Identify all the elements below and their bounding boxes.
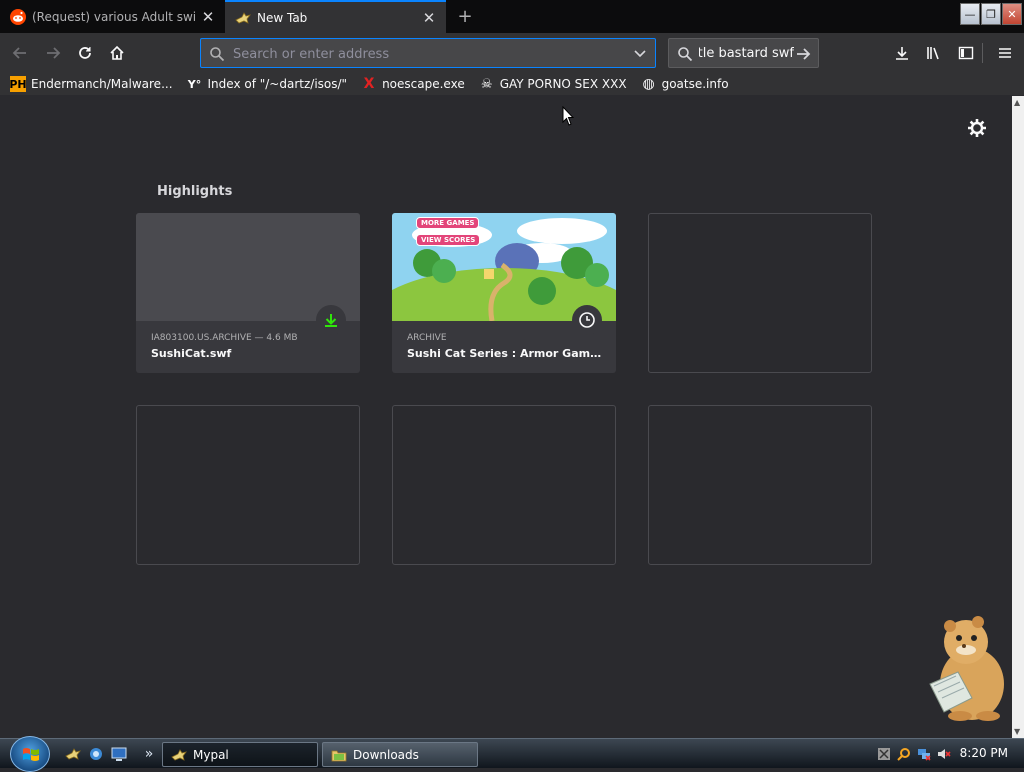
card-title: Sushi Cat Series : Armor Games :... xyxy=(407,347,607,360)
taskbar-label: Mypal xyxy=(193,747,229,762)
highlights-heading: Highlights xyxy=(157,184,233,199)
new-tab-button[interactable]: + xyxy=(451,4,479,28)
sidebar-icon xyxy=(958,46,974,60)
window-controls: — ❐ ✕ xyxy=(960,3,1022,25)
forward-button[interactable] xyxy=(39,39,67,67)
mouse-cursor-icon xyxy=(562,105,575,129)
quicklaunch-desktop-icon[interactable] xyxy=(110,745,128,763)
highlight-card-sushicat-swf[interactable]: IA803100.US.ARCHIVE — 4.6 MB SushiCat.sw… xyxy=(136,213,360,373)
menu-button[interactable] xyxy=(991,39,1019,67)
search-bar[interactable]: tle bastard swf xyxy=(668,38,819,68)
back-arrow-icon xyxy=(12,47,26,59)
taskbar-button-mypal[interactable]: Mypal xyxy=(162,742,318,767)
tab-title: New Tab xyxy=(257,10,308,25)
reload-icon xyxy=(79,47,91,59)
highlight-card-empty xyxy=(648,405,872,565)
bookmark-endermanch[interactable]: PH Endermanch/Malware... xyxy=(9,76,173,92)
mypal-icon xyxy=(235,10,251,26)
close-tab-icon[interactable]: ✕ xyxy=(418,7,440,29)
bookmark-dartz-isos[interactable]: Y° Index of "/~dartz/isos/" xyxy=(187,76,348,92)
x-icon: X xyxy=(363,76,375,92)
search-icon xyxy=(678,47,693,62)
library-icon xyxy=(927,47,939,60)
bookmark-gay-porno[interactable]: ☠ GAY PORNO SEX XXX xyxy=(479,76,627,92)
hamburger-menu-icon xyxy=(999,48,1011,58)
forward-arrow-icon xyxy=(47,47,61,59)
bookmark-goatse[interactable]: ◍ goatse.info xyxy=(641,76,729,92)
network-icon[interactable] xyxy=(916,746,932,762)
hamster-mascot[interactable] xyxy=(920,612,1012,724)
library-button[interactable] xyxy=(920,39,948,67)
highlight-card-empty xyxy=(392,405,616,565)
windows-taskbar: » Mypal Downloads 8:20 PM xyxy=(0,736,1024,772)
quicklaunch-mypal-icon[interactable] xyxy=(64,745,82,763)
tab-reddit-request[interactable]: (Request) various Adult swim f ✕ xyxy=(0,0,225,33)
address-bar[interactable] xyxy=(200,38,656,68)
card-meta: ARCHIVE xyxy=(407,333,447,343)
quicklaunch-chevron[interactable]: » xyxy=(140,745,158,763)
taskbar-clock[interactable]: 8:20 PM xyxy=(960,746,1008,760)
tab-strip: (Request) various Adult swim f ✕ New Tab… xyxy=(0,0,1024,33)
page-scrollbar[interactable]: ▲ ▼ xyxy=(1012,96,1024,738)
tray-search-icon[interactable] xyxy=(896,746,912,762)
ycombinator-icon: Y° xyxy=(187,77,202,91)
sidebar-toggle-button[interactable] xyxy=(952,39,980,67)
windows-logo-icon xyxy=(23,748,39,761)
close-tab-icon[interactable]: ✕ xyxy=(197,6,219,28)
quicklaunch-ie-icon[interactable] xyxy=(87,745,105,763)
scroll-down-icon[interactable]: ▼ xyxy=(1014,727,1020,736)
start-button[interactable] xyxy=(10,736,50,772)
highlight-card-empty xyxy=(136,405,360,565)
reddit-icon xyxy=(10,8,26,25)
highlight-card-empty xyxy=(648,213,872,373)
highlight-card-armor-games[interactable]: MORE GAMES VIEW SCORES ARCHIVE Sushi Cat… xyxy=(392,213,616,373)
plus-icon: + xyxy=(457,5,473,27)
home-icon xyxy=(110,45,124,60)
bookmark-label: noescape.exe xyxy=(382,77,465,91)
bookmark-label: GAY PORNO SEX XXX xyxy=(499,77,627,91)
reload-button[interactable] xyxy=(71,39,99,67)
mypal-icon xyxy=(171,747,187,763)
settings-gear-icon[interactable] xyxy=(966,117,988,139)
tray-app-icon[interactable] xyxy=(876,746,892,762)
bookmark-label: Endermanch/Malware... xyxy=(31,77,173,91)
volume-muted-icon[interactable] xyxy=(936,746,952,762)
more-games-thumbnail-button: MORE GAMES xyxy=(416,217,480,229)
back-button[interactable] xyxy=(6,39,34,67)
taskbar-label: Downloads xyxy=(353,747,419,762)
tab-new-tab[interactable]: New Tab ✕ xyxy=(225,0,446,33)
card-title: SushiCat.swf xyxy=(151,347,232,360)
globe-icon: ◍ xyxy=(642,76,655,92)
chevron-down-icon xyxy=(634,50,646,58)
view-scores-thumbnail-button: VIEW SCORES xyxy=(416,234,481,246)
clock-icon xyxy=(572,305,602,335)
bookmark-label: goatse.info xyxy=(661,77,729,91)
download-icon xyxy=(896,47,908,60)
skull-icon: ☠ xyxy=(480,76,493,92)
bookmark-noescape[interactable]: X noescape.exe xyxy=(361,76,465,92)
downloads-button[interactable] xyxy=(888,39,916,67)
download-icon xyxy=(316,305,346,335)
address-input[interactable] xyxy=(233,44,633,64)
search-icon xyxy=(210,47,225,62)
navigation-toolbar: tle bastard swf xyxy=(0,33,1024,73)
pornhub-icon: PH xyxy=(9,76,27,92)
home-button[interactable] xyxy=(103,39,131,67)
search-input-value[interactable]: tle bastard swf xyxy=(699,46,794,61)
go-arrow-icon xyxy=(797,48,811,60)
window-close-button[interactable]: ✕ xyxy=(1002,3,1022,25)
folder-icon xyxy=(331,747,347,763)
bookmarks-toolbar: PH Endermanch/Malware... Y° Index of "/~… xyxy=(0,73,1024,95)
bookmark-label: Index of "/~dartz/isos/" xyxy=(207,77,348,91)
minimize-button[interactable]: — xyxy=(960,3,980,25)
toolbar-divider xyxy=(982,43,983,63)
scroll-up-icon[interactable]: ▲ xyxy=(1014,98,1020,107)
taskbar-button-downloads[interactable]: Downloads xyxy=(322,742,478,767)
restore-button[interactable]: ❐ xyxy=(981,3,1001,25)
tab-title: (Request) various Adult swim f xyxy=(32,9,197,24)
card-meta: IA803100.US.ARCHIVE — 4.6 MB xyxy=(151,333,298,343)
